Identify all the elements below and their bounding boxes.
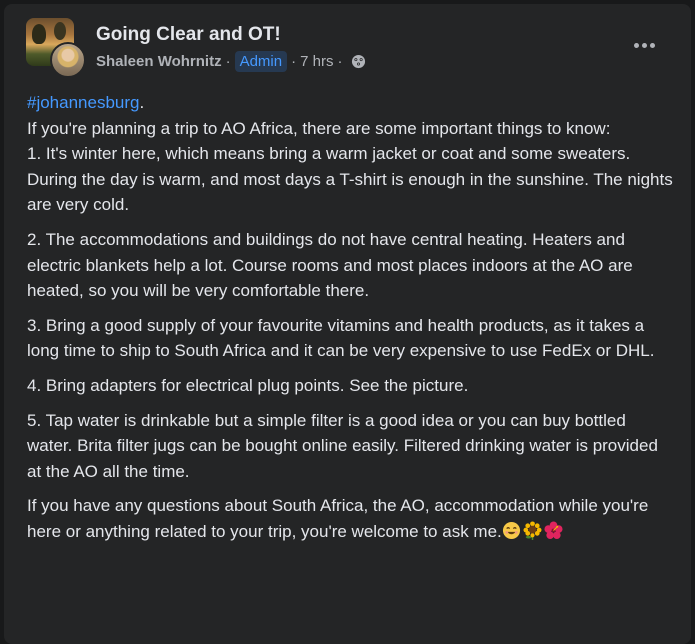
smiling-face-emoji-icon [502, 521, 520, 539]
author-avatar[interactable] [50, 42, 86, 78]
hibiscus-emoji-icon [544, 521, 563, 539]
more-options-icon[interactable] [626, 30, 662, 60]
paragraph-item-4: 4. Bring adapters for electrical plug po… [27, 375, 469, 395]
hashtag-line: #johannesburg. [27, 90, 675, 116]
paragraph-item-1: 1. It's winter here, which means bring a… [27, 144, 673, 215]
paragraph-item-5: 5. Tap water is drinkable but a simple f… [27, 410, 658, 481]
sunflower-emoji-icon [523, 521, 542, 540]
post-paragraph: 4. Bring adapters for electrical plug po… [27, 373, 675, 399]
post-paragraph: If you have any questions about South Af… [27, 493, 675, 544]
hashtag-suffix: . [139, 93, 145, 112]
post-meta: Shaleen Wohrnitz · Admin · 7 hrs · [96, 51, 366, 72]
author-name-link[interactable]: Shaleen Wohrnitz [96, 53, 222, 70]
hashtag-link[interactable]: #johannesburg [27, 93, 139, 112]
meta-separator: · [291, 53, 297, 70]
post-paragraph: 5. Tap water is drinkable but a simple f… [27, 408, 675, 485]
post-timestamp-link[interactable]: 7 hrs [300, 53, 333, 70]
meta-separator: · [225, 53, 231, 70]
post-paragraph: If you're planning a trip to AO Africa, … [27, 116, 675, 218]
post-paragraph: 2. The accommodations and buildings do n… [27, 227, 675, 304]
post-paragraph: 3. Bring a good supply of your favourite… [27, 313, 675, 364]
post-card: Going Clear and OT! Shaleen Wohrnitz · A… [4, 4, 691, 644]
paragraph-item-2: 2. The accommodations and buildings do n… [27, 229, 633, 301]
post-avatars [26, 18, 86, 78]
group-name-link[interactable]: Going Clear and OT! [96, 24, 281, 46]
paragraph-item-3: 3. Bring a good supply of your favourite… [27, 315, 655, 361]
admin-badge[interactable]: Admin [234, 51, 288, 72]
meta-separator: · [337, 53, 343, 70]
post-body: #johannesburg. If you're planning a trip… [27, 90, 675, 554]
paragraph-intro: If you're planning a trip to AO Africa, … [27, 118, 611, 138]
group-audience-icon[interactable] [351, 54, 366, 69]
